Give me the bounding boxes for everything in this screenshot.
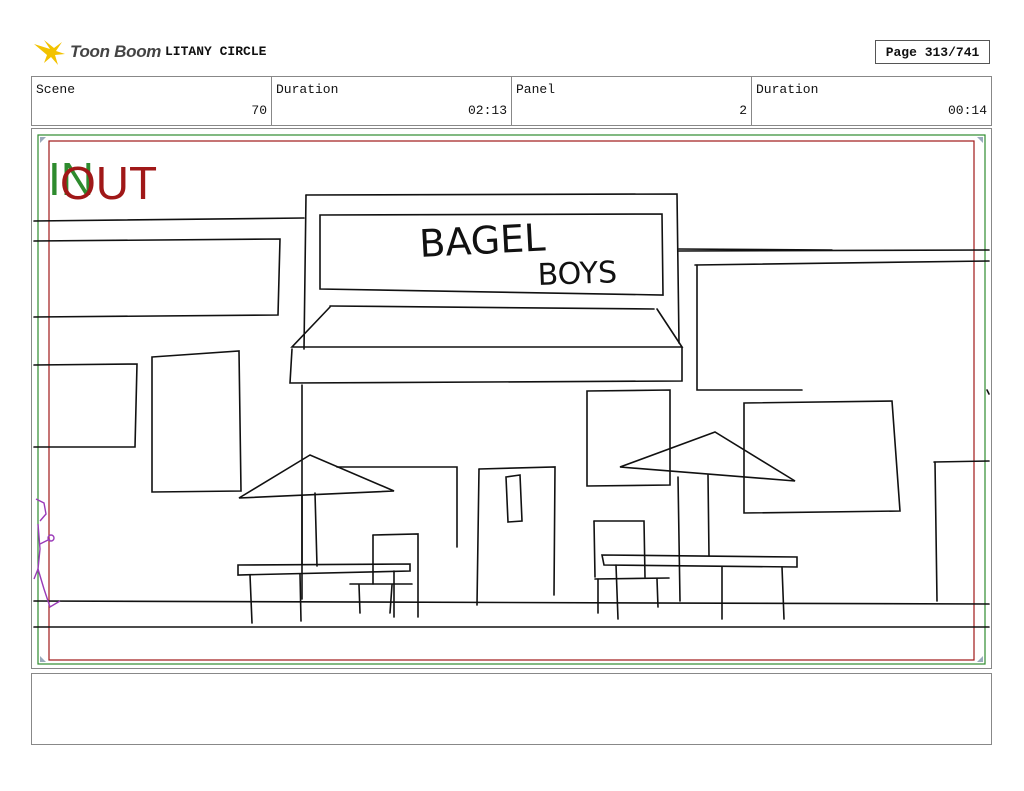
panel-duration-value: 00:14 <box>947 103 987 118</box>
toon-boom-star-icon <box>34 40 65 65</box>
corner-marker <box>977 656 983 662</box>
out-label: OUT <box>60 157 157 209</box>
sign-text-line1: BAGEL <box>418 215 546 266</box>
scene-cell: Scene 70 <box>32 77 272 125</box>
page-number: Page 313/741 <box>875 40 990 64</box>
info-table: Scene 70 Duration 02:13 Panel 2 Duration… <box>31 76 992 126</box>
panel-notes <box>31 673 992 745</box>
panel-duration-label: Duration <box>756 82 819 97</box>
panel-duration-cell: Duration 00:14 <box>752 77 991 125</box>
corner-marker <box>40 656 46 662</box>
scene-value: 70 <box>251 103 267 118</box>
scene-duration-label: Duration <box>276 82 339 97</box>
scene-label: Scene <box>36 82 76 97</box>
project-title: LITANY CIRCLE <box>165 44 267 59</box>
corner-marker <box>977 137 983 143</box>
panel-label: Panel <box>516 82 556 97</box>
scene-duration-value: 02:13 <box>467 103 507 118</box>
corner-marker <box>40 137 46 143</box>
toon-boom-logo: Toon Boom <box>32 36 161 68</box>
panel-value: 2 <box>739 103 747 118</box>
storyboard-panel: IN OUT BAGEL BOYS <box>31 128 992 669</box>
panel-sketch: IN OUT BAGEL BOYS <box>33 134 990 665</box>
brand-name: Toon Boom <box>70 42 162 61</box>
scene-duration-cell: Duration 02:13 <box>272 77 512 125</box>
panel-cell: Panel 2 <box>512 77 752 125</box>
sign-text-line2: BOYS <box>537 255 618 293</box>
